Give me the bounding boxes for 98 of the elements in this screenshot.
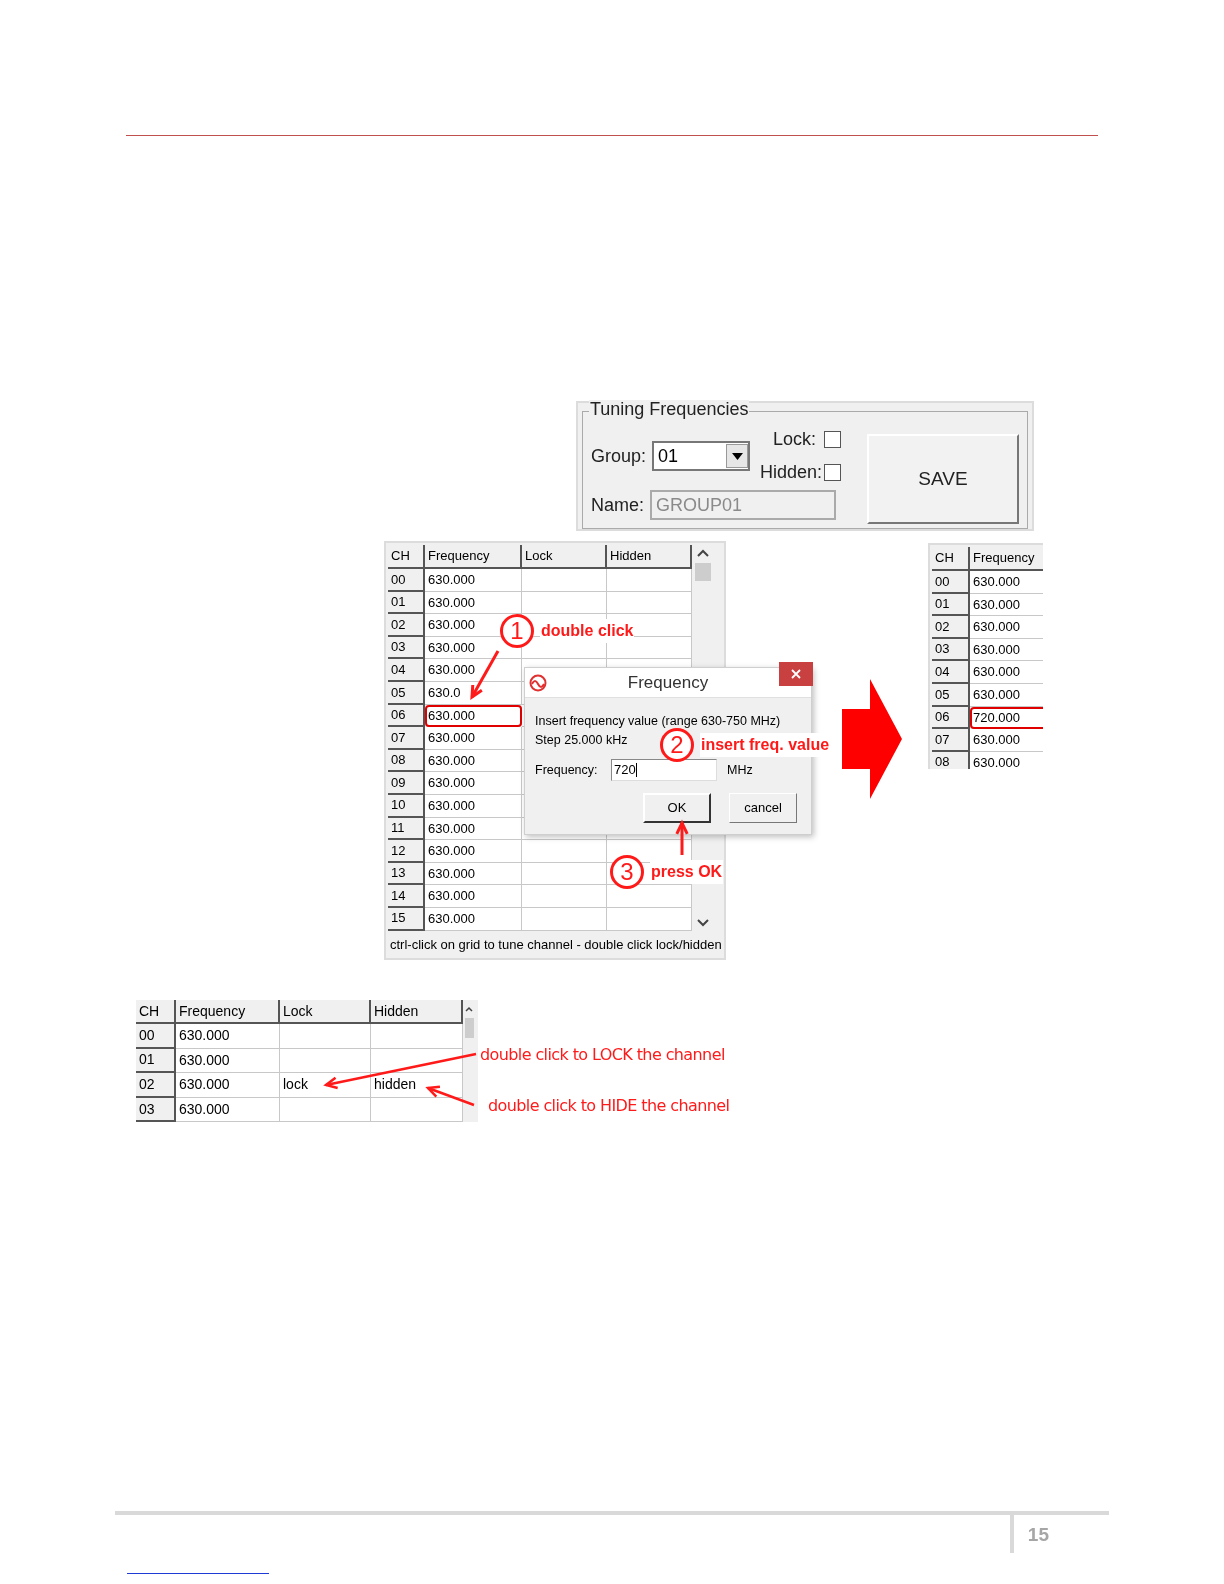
frequency-input[interactable]: 720 <box>611 759 717 781</box>
column-header: Hidden <box>607 545 692 569</box>
row-header: 01 <box>388 591 425 615</box>
row-header: 03 <box>932 638 970 662</box>
table-cell: 630.000 <box>425 817 522 841</box>
close-icon <box>791 669 801 679</box>
row-header: 08 <box>388 749 425 773</box>
table-cell: 630.000 <box>425 907 522 931</box>
pointer-arrow <box>675 819 689 855</box>
table-cell: 630.000 <box>425 772 522 795</box>
row-header: 04 <box>388 659 425 682</box>
column-header: Lock <box>280 1000 371 1024</box>
lock-label: Lock: <box>773 428 817 451</box>
unit-label: MHz <box>727 761 753 779</box>
column-header: CH <box>388 545 425 569</box>
field-label: Frequency: <box>535 761 599 779</box>
table-cell: 630.000 <box>970 729 1043 752</box>
row-header: 00 <box>388 569 425 592</box>
scroll-up-icon[interactable] <box>465 1006 473 1012</box>
annotation-text: press OK <box>650 860 724 884</box>
table-cell: 630.000 <box>970 638 1043 662</box>
row-header: 00 <box>136 1024 176 1049</box>
table-cell: 630.000 <box>425 569 522 592</box>
table-cell: 630.000 <box>176 1048 280 1074</box>
row-header: 03 <box>136 1097 176 1123</box>
row-header: 15 <box>388 907 425 931</box>
table-cell: 630.000 <box>425 794 522 818</box>
column-header: Lock <box>522 545 607 569</box>
annotation-text: insert freq. value <box>700 733 831 757</box>
dialog-button[interactable]: cancel <box>729 793 797 823</box>
column-header: Frequency <box>176 1000 280 1024</box>
status-text: ctrl-click on grid to tune channel - double click lock/hidden <box>389 935 723 954</box>
row-header: 07 <box>388 727 425 750</box>
checkbox[interactable] <box>824 464 842 481</box>
checkbox[interactable] <box>824 431 842 448</box>
app-logo-icon <box>529 674 547 692</box>
table-cell: hidden <box>371 1073 463 1098</box>
table-cell: 630.000 <box>176 1073 280 1098</box>
column-header: Frequency <box>425 545 522 569</box>
field-label: Group: <box>591 444 647 468</box>
column-header: CH <box>136 1000 176 1024</box>
save-button[interactable]: SAVE <box>867 434 1019 524</box>
row-header: 02 <box>388 614 425 637</box>
row-header: 01 <box>136 1048 176 1074</box>
annotation-text: double click to LOCK the channel <box>480 1044 725 1066</box>
scrollbar-thumb[interactable] <box>464 1018 474 1038</box>
row-header: 13 <box>388 862 425 886</box>
table-cell: 630.000 <box>425 704 522 728</box>
scroll-up-icon[interactable] <box>697 549 709 557</box>
row-header: 05 <box>388 681 425 705</box>
field-label: Name: <box>591 493 644 517</box>
annotation-text: double click <box>540 619 635 643</box>
row-header: 06 <box>932 706 970 730</box>
row-header: 01 <box>932 593 970 617</box>
table-cell: 630.000 <box>425 749 522 773</box>
close-button[interactable] <box>779 662 813 686</box>
page-number: 15 <box>1027 1524 1049 1545</box>
row-header: 07 <box>932 729 970 752</box>
column-header: Hidden <box>371 1000 463 1024</box>
dialog-message: Insert frequency value (range 630-750 MHz) <box>535 713 781 730</box>
row-header: 10 <box>388 794 425 818</box>
annotation-text: double click to HIDE the channel <box>488 1095 730 1117</box>
table-cell: 630.000 <box>425 591 522 615</box>
dialog-button[interactable]: OK <box>643 793 711 823</box>
table-cell: 630.000 <box>176 1097 280 1123</box>
caret-icon <box>731 452 743 460</box>
row-header: 00 <box>932 571 970 594</box>
row-header: 04 <box>932 661 970 684</box>
table-cell: 630.000 <box>425 840 522 863</box>
group-box-title: Tuning Frequencies <box>589 400 750 418</box>
table-cell: 630.000 <box>970 683 1043 707</box>
group-dropdown[interactable]: 01 <box>652 441 751 471</box>
table-cell: 630.000 <box>425 727 522 750</box>
table-cell: 630.000 <box>970 616 1043 639</box>
row-header: 06 <box>388 704 425 728</box>
row-header: 11 <box>388 817 425 841</box>
table-cell: 630.000 <box>970 593 1043 617</box>
table-cell: 630.000 <box>425 659 522 682</box>
hidden-label: Hidden: <box>760 461 823 484</box>
scrollbar-thumb[interactable] <box>695 563 711 581</box>
table-cell: 630.000 <box>970 661 1043 684</box>
table-cell: 630.000 <box>425 862 522 886</box>
table-cell: 720.000 <box>970 706 1043 730</box>
dialog-message: Step 25.000 kHz <box>535 732 628 749</box>
row-header: 02 <box>136 1073 176 1098</box>
row-header: 05 <box>932 683 970 707</box>
table-cell: 630.000 <box>970 571 1043 594</box>
table-cell: 630.000 <box>176 1024 280 1049</box>
row-header: 14 <box>388 885 425 908</box>
column-header: CH <box>932 547 970 571</box>
row-header: 03 <box>388 636 425 660</box>
table-cell: lock <box>280 1073 371 1098</box>
row-header: 09 <box>388 772 425 795</box>
row-header: 02 <box>932 616 970 639</box>
table-cell: 630.000 <box>425 885 522 908</box>
row-header: 12 <box>388 840 425 863</box>
scroll-down-icon[interactable] <box>697 918 709 927</box>
dialog-title: Frequency <box>627 671 709 694</box>
